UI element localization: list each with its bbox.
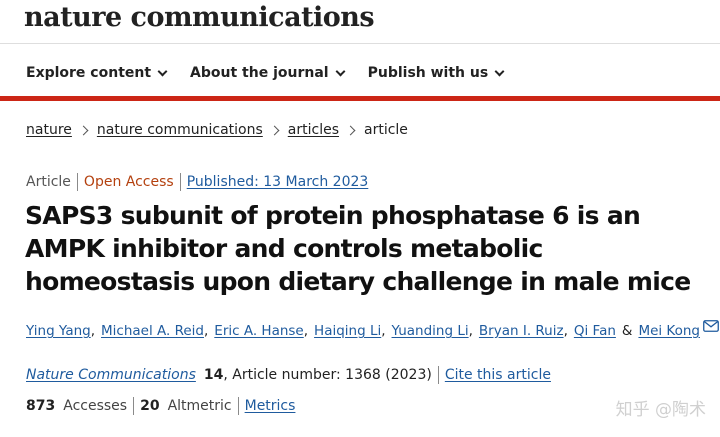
watermark: 知乎 @陶术	[615, 400, 706, 420]
breadcrumb: nature nature communications articles ar…	[26, 122, 408, 138]
altmetric-count: 20	[140, 398, 160, 414]
divider	[237, 397, 239, 415]
chevron-right-icon	[78, 125, 89, 135]
nav-explore-content-label: Explore content	[26, 65, 152, 81]
article-meta: Article Open Access Published: 13 March …	[26, 173, 368, 191]
author-link[interactable]: Haiqing Li	[314, 323, 381, 339]
breadcrumb-nature-communications[interactable]: nature communications	[97, 122, 263, 138]
header-divider	[0, 43, 720, 44]
author-separator: ,	[468, 323, 473, 339]
accent-bar	[0, 96, 720, 101]
author-link[interactable]: Michael A. Reid	[101, 323, 204, 339]
corresponding-author-link[interactable]: Mei Kong	[638, 323, 700, 339]
accesses-count: 873	[26, 398, 56, 414]
chevron-down-icon	[335, 66, 346, 76]
email-icon[interactable]	[703, 320, 719, 336]
author-ampersand: &	[621, 323, 633, 339]
divider	[133, 397, 135, 415]
author-separator: ,	[90, 323, 96, 339]
chevron-down-icon	[157, 66, 168, 76]
author-separator: ,	[204, 323, 209, 339]
divider	[76, 173, 78, 191]
volume-number: 14	[203, 367, 224, 383]
chevron-down-icon	[494, 66, 505, 76]
author-list: Ying Yang, Michael A. Reid, Eric A. Hans…	[26, 320, 719, 339]
altmetric-label: Altmetric	[167, 398, 232, 414]
nav-publish-with-us-label: Publish with us	[367, 65, 489, 81]
nav-about-journal-label: About the journal	[190, 65, 329, 81]
author-link[interactable]: Ying Yang	[26, 323, 91, 339]
author-link[interactable]: Qi Fan	[574, 323, 616, 339]
breadcrumb-current: article	[364, 122, 408, 138]
divider	[179, 173, 181, 191]
author-separator: ,	[303, 323, 309, 339]
journal-link[interactable]: Nature Communications	[26, 367, 196, 383]
site-logo[interactable]: nature communications	[24, 2, 375, 33]
article-title: SAPS3 subunit of protein phosphatase 6 i…	[25, 201, 691, 296]
published-date-link[interactable]: Published: 13 March 2023	[187, 174, 369, 190]
metrics-link[interactable]: Metrics	[245, 398, 296, 414]
divider	[437, 366, 439, 384]
article-metrics: 873 Accesses 20 Altmetric Metrics	[26, 397, 295, 415]
accesses-label: Accesses	[63, 398, 128, 414]
breadcrumb-articles[interactable]: articles	[288, 122, 339, 138]
nav-explore-content[interactable]: Explore content	[26, 65, 168, 81]
nav-publish-with-us[interactable]: Publish with us	[367, 65, 505, 81]
author-link[interactable]: Eric A. Hanse	[214, 323, 303, 339]
nav-about-journal[interactable]: About the journal	[190, 65, 346, 81]
main-nav: Explore content About the journal Publis…	[26, 62, 527, 84]
author-link[interactable]: Yuanding Li	[392, 323, 469, 339]
author-separator: ,	[563, 323, 568, 339]
article-number: , Article number: 1368 (2023)	[223, 367, 432, 383]
chevron-right-icon	[269, 125, 280, 135]
author-separator: ,	[381, 323, 386, 339]
article-type: Article	[26, 174, 71, 190]
citation-line: Nature Communications 14 , Article numbe…	[26, 366, 551, 384]
author-link[interactable]: Bryan I. Ruiz	[479, 323, 564, 339]
cite-article-link[interactable]: Cite this article	[445, 367, 551, 383]
breadcrumb-nature[interactable]: nature	[26, 122, 72, 138]
open-access-badge: Open Access	[83, 174, 174, 190]
chevron-right-icon	[345, 125, 356, 135]
